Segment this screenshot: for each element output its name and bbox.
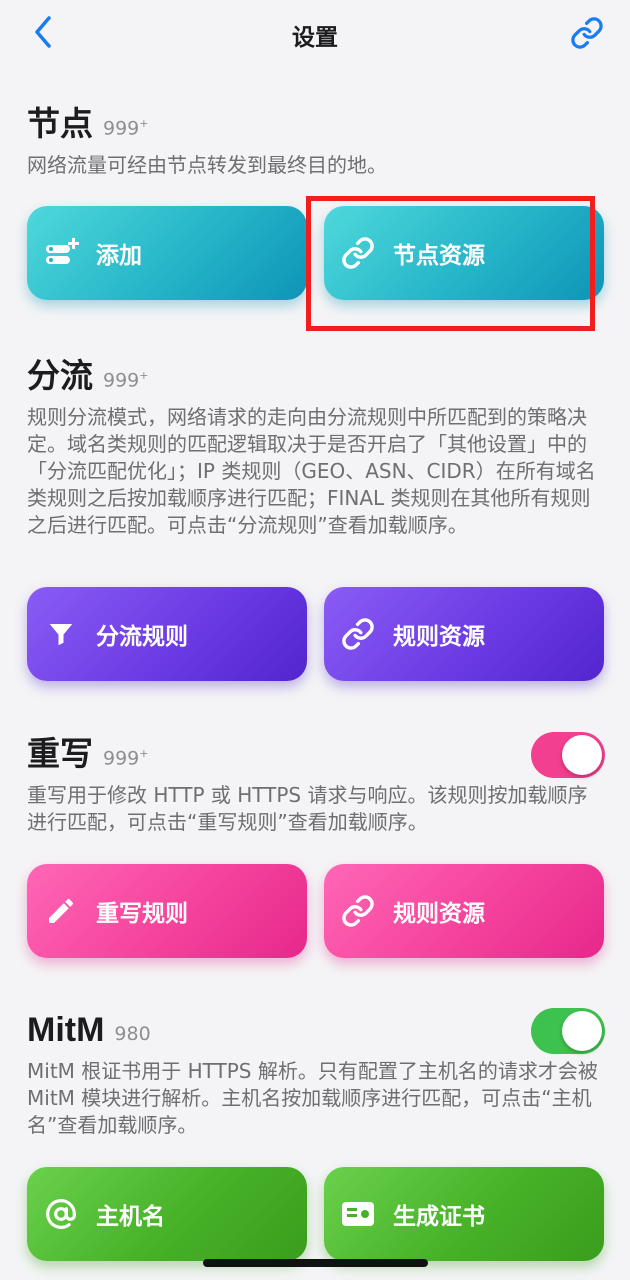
pencil-icon [43, 893, 79, 929]
section-count: 980 [114, 1023, 151, 1045]
page-title: 设置 [292, 25, 338, 51]
certificate-icon [340, 1196, 376, 1232]
mitm-toggle[interactable] [531, 1008, 605, 1054]
nodes-section: 节点 999+ 网络流量可经由节点转发到最终目的地。 [27, 104, 605, 179]
rewrite-toggle[interactable] [531, 732, 605, 778]
home-indicator[interactable] [203, 1259, 428, 1267]
generate-certificate-button[interactable]: 生成证书 [324, 1167, 604, 1261]
section-count: 999+ [103, 116, 149, 139]
link-icon [340, 616, 376, 652]
highlight-box [306, 196, 595, 331]
section-count: 999+ [103, 368, 149, 391]
rewrite-rules-button[interactable]: 重写规则 [27, 864, 307, 958]
routing-rules-label: 分流规则 [96, 624, 188, 650]
toggle-knob [562, 735, 602, 775]
link-icon [340, 893, 376, 929]
generate-certificate-label: 生成证书 [393, 1204, 485, 1230]
section-title: 重写 [27, 734, 93, 773]
navigation-bar: 设置 [0, 0, 630, 68]
rule-resources-button[interactable]: 规则资源 [324, 587, 604, 681]
section-description: 重写用于修改 HTTP 或 HTTPS 请求与响应。该规则按加载顺序进行匹配，可… [27, 783, 588, 834]
rewrite-resources-button[interactable]: 规则资源 [324, 864, 604, 958]
at-sign-icon [43, 1196, 79, 1232]
hostname-button[interactable]: 主机名 [27, 1167, 307, 1261]
routing-section: 分流 999+ 规则分流模式，网络请求的走向由分流规则中所匹配到的策略决定。域名类… [27, 356, 605, 539]
mitm-section: MitM 980 MitM 根证书用于 HTTPS 解析。只有配置了主机名的请求才… [27, 1008, 605, 1139]
rewrite-resources-label: 规则资源 [393, 901, 485, 927]
rewrite-rules-label: 重写规则 [96, 901, 188, 927]
add-node-button[interactable]: 添加 [27, 206, 307, 300]
toggle-knob [562, 1011, 602, 1051]
section-description: 网络流量可经由节点转发到最终目的地。 [27, 153, 387, 177]
section-count: 999+ [103, 746, 149, 769]
routing-rules-button[interactable]: 分流规则 [27, 587, 307, 681]
hostname-label: 主机名 [96, 1204, 165, 1230]
section-title: 分流 [27, 356, 93, 395]
section-title: MitM [27, 1011, 105, 1049]
link-icon [571, 17, 603, 49]
add-node-icon [43, 235, 79, 271]
rule-resources-label: 规则资源 [393, 624, 485, 650]
add-node-label: 添加 [96, 243, 142, 269]
section-description: 规则分流模式，网络请求的走向由分流规则中所匹配到的策略决定。域名类规则的匹配逻辑… [27, 405, 596, 537]
section-description: MitM 根证书用于 HTTPS 解析。只有配置了主机名的请求才会被 MitM … [27, 1059, 598, 1137]
rewrite-section: 重写 999+ 重写用于修改 HTTP 或 HTTPS 请求与响应。该规则按加载顺… [27, 732, 605, 836]
share-link-button[interactable] [570, 16, 604, 50]
filter-icon [43, 616, 79, 652]
section-title: 节点 [27, 104, 93, 143]
